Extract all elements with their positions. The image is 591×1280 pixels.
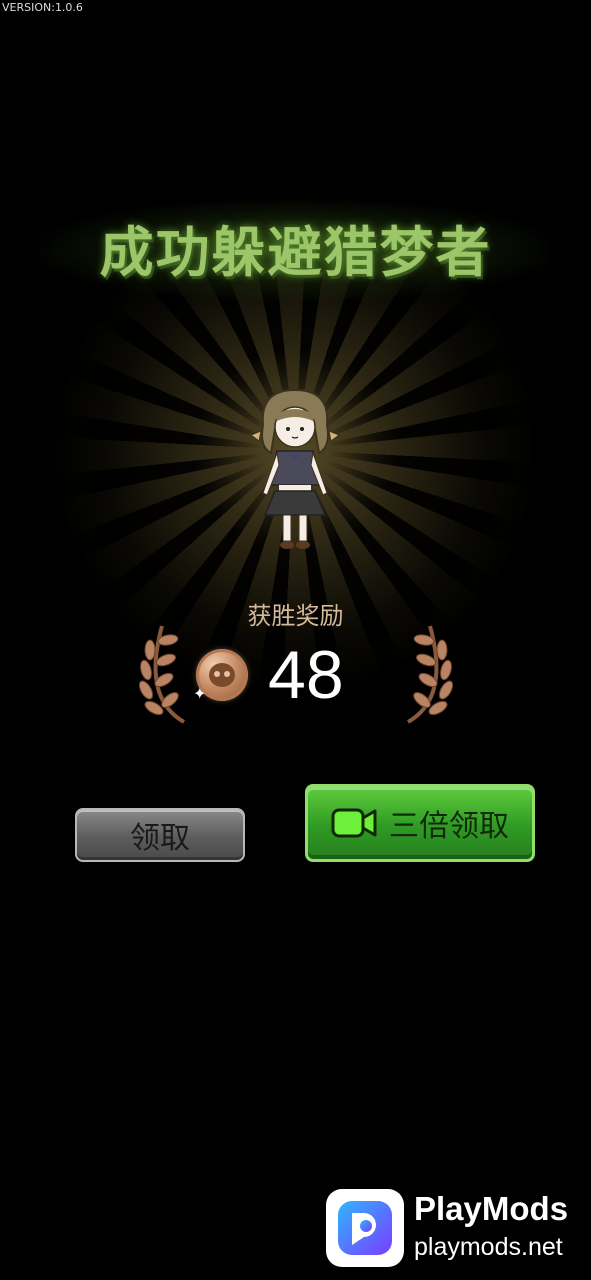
reward-amount: 48	[268, 637, 344, 713]
version-label: VERSION:1.0.6	[2, 1, 83, 14]
coin-face	[209, 663, 235, 687]
playmods-watermark[interactable]: PlayMods playmods.net	[310, 1180, 588, 1276]
laurel-right-icon	[406, 625, 454, 724]
triple-claim-button[interactable]: 三倍领取	[305, 784, 535, 862]
watermark-name: PlayMods	[414, 1190, 569, 1227]
playmods-logo-icon	[326, 1189, 404, 1267]
page-title: 成功躲避猎梦者	[99, 220, 492, 284]
claim-button[interactable]: 领取	[75, 808, 245, 862]
laurel-left-icon	[138, 625, 186, 724]
sparkle-icon: ✦	[193, 684, 207, 703]
triple-claim-label: 三倍领取	[389, 809, 509, 844]
video-icon	[331, 808, 377, 838]
watermark-url: playmods.net	[414, 1233, 563, 1261]
reward-label: 获胜奖励	[247, 602, 344, 630]
character-avatar	[249, 388, 341, 549]
